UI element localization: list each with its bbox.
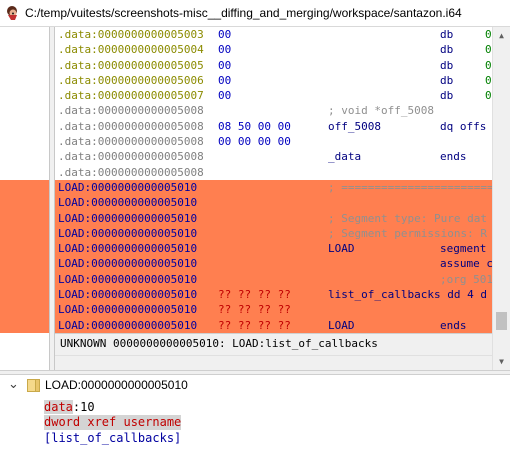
row-operation: assume c <box>440 257 492 271</box>
row-address: .data:0000000000005005 <box>58 58 204 72</box>
listing-row[interactable]: .data:0000000000005005 00 db 0 <box>55 58 492 73</box>
row-operation: db <box>440 58 454 72</box>
row-label: ; ======================== <box>328 180 492 194</box>
xref-tree-panel: ⌄ LOAD:0000000000005010 data:10 dword xr… <box>0 375 510 472</box>
row-label: _data <box>328 150 362 164</box>
row-operation: db <box>440 73 454 87</box>
listing-row[interactable]: LOAD:0000000000005010 ; Segment permissio… <box>55 225 492 242</box>
horizontal-scrollbar[interactable] <box>55 355 492 371</box>
row-address: .data:0000000000005008 <box>58 119 204 133</box>
ida-app-icon <box>7 6 17 20</box>
tree-line-xref[interactable]: dword xref username <box>44 415 182 430</box>
listing-row[interactable]: LOAD:0000000000005010 ?? ?? ?? ?? LOAD ends <box>55 317 492 333</box>
row-label: LOAD <box>328 242 355 256</box>
status-text: UNKNOWN 0000000000005010: LOAD:list_of_c… <box>60 337 378 350</box>
row-operation: db <box>440 89 454 103</box>
row-address: LOAD:0000000000005010 <box>58 180 198 194</box>
row-bytes: 00 <box>218 73 232 87</box>
tree-line-callbacks[interactable]: [list_of_callbacks] <box>44 431 181 446</box>
scroll-up-icon[interactable]: ▲ <box>493 27 510 44</box>
scroll-down-icon[interactable]: ▼ <box>493 353 510 370</box>
window-title: C:/temp/vuitests/screenshots-misc__diffi… <box>25 6 462 20</box>
row-bytes: ?? ?? ?? ?? <box>218 288 291 302</box>
folder-icon <box>27 379 40 392</box>
listing-status-bar: UNKNOWN 0000000000005010: LOAD:list_of_c… <box>55 333 492 371</box>
listing-row[interactable]: LOAD:0000000000005010 assume c <box>55 256 492 272</box>
row-address: LOAD:0000000000005010 <box>58 272 198 286</box>
row-address: LOAD:0000000000005010 <box>58 196 198 210</box>
listing-row[interactable]: LOAD:0000000000005010 ; Segment type: Pur… <box>55 210 492 226</box>
scroll-thumb[interactable] <box>496 312 507 330</box>
vertical-scrollbar[interactable]: ▲ ▼ <box>492 27 510 370</box>
row-address: LOAD:0000000000005010 <box>58 288 198 302</box>
row-argument: 0 <box>485 89 492 103</box>
row-address: .data:0000000000005004 <box>58 43 204 57</box>
row-bytes: 00 00 00 00 <box>218 135 291 149</box>
row-address: LOAD:0000000000005010 <box>58 303 198 317</box>
listing-row[interactable]: .data:0000000000005008 08 50 00 00 off_500… <box>55 119 492 134</box>
row-argument: 0 <box>485 73 492 87</box>
row-argument: 0 <box>485 58 492 72</box>
row-operation: dq offs <box>440 119 487 133</box>
row-operation: ends <box>440 150 467 164</box>
listing-row[interactable]: LOAD:0000000000005010 ;org 501 <box>55 271 492 288</box>
row-address: LOAD:0000000000005010 <box>58 242 198 256</box>
row-address: .data:0000000000005008 <box>58 165 204 179</box>
row-operation: ;org 501 <box>440 272 492 286</box>
row-label: list_of_callbacks dd 4 d <box>328 288 487 302</box>
listing-row[interactable]: LOAD:0000000000005010 ; =================… <box>55 179 492 196</box>
row-argument: 0 <box>485 43 492 57</box>
row-address: .data:0000000000005008 <box>58 150 204 164</box>
row-address: LOAD:0000000000005010 <box>58 226 198 240</box>
listing-row[interactable]: .data:0000000000005006 00 db 0 <box>55 73 492 88</box>
disassembly-listing[interactable]: .data:0000000000005003 00 db 0 .data:0000000… <box>55 27 492 333</box>
row-address: .data:0000000000005006 <box>58 73 204 87</box>
row-label: ; Segment type: Pure dat <box>328 211 487 225</box>
listing-row[interactable]: .data:0000000000005007 00 db 0 <box>55 88 492 103</box>
row-bytes: ?? ?? ?? ?? <box>218 303 291 317</box>
row-argument: 0 <box>485 28 492 41</box>
arrows-gutter <box>0 27 49 370</box>
row-address: .data:0000000000005003 <box>58 28 204 41</box>
listing-row[interactable]: .data:0000000000005003 00 db 0 <box>55 27 492 42</box>
window-titlebar: C:/temp/vuitests/screenshots-misc__diffi… <box>0 0 510 27</box>
row-address: LOAD:0000000000005010 <box>58 257 198 271</box>
row-address: LOAD:0000000000005010 <box>58 318 198 332</box>
row-operation: ends <box>440 318 467 332</box>
listing-row[interactable]: .data:0000000000005004 00 db 0 <box>55 42 492 57</box>
data-keyword: data <box>44 400 73 414</box>
listing-row[interactable]: .data:0000000000005008 ; void *off_5008 <box>55 103 492 118</box>
row-bytes: 00 <box>218 58 232 72</box>
row-address: .data:0000000000005008 <box>58 104 204 118</box>
row-address: .data:0000000000005007 <box>58 89 204 103</box>
listing-row[interactable]: .data:0000000000005008 00 00 00 00 <box>55 134 492 149</box>
row-operation: db <box>440 43 454 57</box>
row-address: LOAD:0000000000005010 <box>58 211 198 225</box>
row-bytes: 00 <box>218 89 232 103</box>
row-bytes: ?? ?? ?? ?? <box>218 318 291 332</box>
row-bytes: 00 <box>218 28 232 41</box>
row-operation: db <box>440 28 454 41</box>
tree-node-title: LOAD:0000000000005010 <box>45 378 188 392</box>
row-bytes: 00 <box>218 43 232 57</box>
chevron-down-icon[interactable]: ⌄ <box>8 377 19 392</box>
row-label: LOAD <box>328 318 355 332</box>
data-value: :10 <box>72 400 95 414</box>
listing-row[interactable]: .data:0000000000005008 _data ends <box>55 149 492 164</box>
listing-row[interactable]: .data:0000000000005008 <box>55 165 492 180</box>
disassembly-view: .data:0000000000005003 00 db 0 .data:0000000… <box>0 27 510 371</box>
row-label: ; void *off_5008 <box>328 104 434 118</box>
listing-row[interactable]: LOAD:0000000000005010 ?? ?? ?? ?? <box>55 302 492 318</box>
row-operation: segment ( <box>440 242 487 256</box>
tree-line-data: data:10 <box>44 400 95 415</box>
listing-row[interactable]: LOAD:0000000000005010 LOAD segment ( <box>55 241 492 257</box>
row-label: ; Segment permissions: R <box>328 226 487 240</box>
row-label: off_5008 <box>328 119 381 133</box>
listing-row[interactable]: LOAD:0000000000005010 ?? ?? ?? ?? list_of_… <box>55 287 492 303</box>
row-bytes: 08 50 00 00 <box>218 119 291 133</box>
row-address: .data:0000000000005008 <box>58 135 204 149</box>
listing-row[interactable]: LOAD:0000000000005010 <box>55 195 492 211</box>
gutter-selection <box>0 180 49 333</box>
tree-node-header[interactable]: ⌄ LOAD:0000000000005010 <box>0 375 510 395</box>
